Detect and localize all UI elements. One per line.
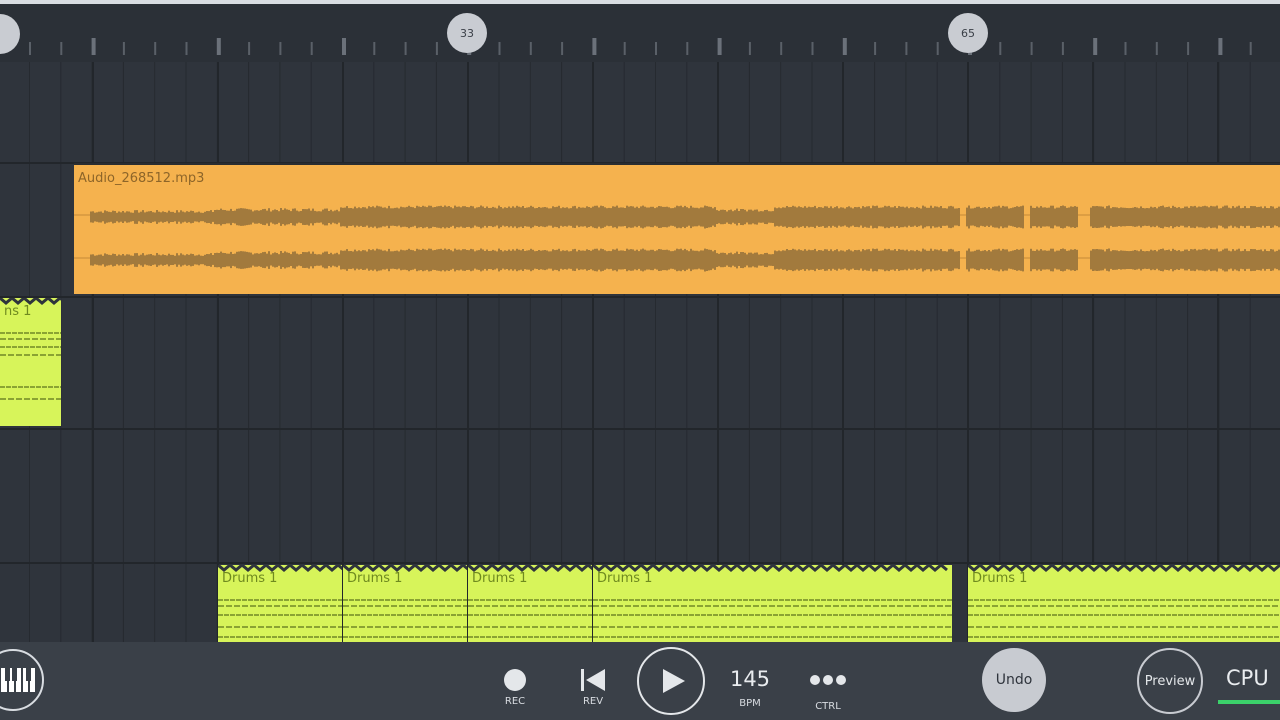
ctrl-label: CTRL bbox=[815, 701, 841, 712]
pattern-clip[interactable]: Drums 1 bbox=[968, 565, 1280, 642]
audio-clip[interactable]: Audio_268512.mp3 bbox=[74, 163, 1280, 294]
bar-marker-label: 65 bbox=[961, 26, 975, 40]
audio-waveform bbox=[74, 205, 1280, 272]
pattern-notes bbox=[343, 565, 467, 638]
rec-button[interactable]: REC bbox=[492, 668, 538, 707]
pattern-notes bbox=[0, 298, 61, 400]
cpu-meter bbox=[1218, 700, 1280, 704]
pattern-clip[interactable]: Drums 1 bbox=[343, 565, 467, 642]
bar-marker-33[interactable]: 33 bbox=[447, 13, 487, 53]
more-icon bbox=[810, 675, 846, 685]
bpm-value: 145 bbox=[729, 667, 771, 691]
cpu-label: CPU bbox=[1226, 666, 1269, 690]
transport-toolbar: REC REV 145 BPM CTRL Undo Preview CPU bbox=[0, 642, 1280, 720]
bpm-control[interactable]: 145 BPM bbox=[722, 667, 778, 709]
bpm-label: BPM bbox=[739, 698, 761, 709]
pattern-notes bbox=[468, 565, 592, 638]
rewind-icon bbox=[581, 669, 605, 691]
playlist-grid[interactable]: Audio_268512.mp3 ns 1 Drums 1 Drums 1 Dr… bbox=[0, 62, 1280, 642]
pattern-notes bbox=[218, 565, 342, 638]
preview-button[interactable]: Preview bbox=[1137, 648, 1203, 714]
pattern-clip[interactable]: Drums 1 bbox=[218, 565, 342, 642]
play-button[interactable] bbox=[637, 647, 705, 715]
bar-marker-label: 33 bbox=[460, 26, 474, 40]
piano-button[interactable] bbox=[0, 649, 44, 711]
play-icon bbox=[662, 669, 685, 693]
pattern-notes bbox=[968, 565, 1280, 638]
bar-marker-65[interactable]: 65 bbox=[948, 13, 988, 53]
ctrl-button[interactable]: CTRL bbox=[804, 673, 852, 712]
pattern-notes bbox=[593, 565, 952, 638]
playlist-app: 33 65 Audio_268512.mp3 ns 1 Drums 1 Drum… bbox=[0, 0, 1280, 720]
undo-label: Undo bbox=[995, 672, 1033, 688]
pattern-clip[interactable]: Drums 1 bbox=[468, 565, 592, 642]
undo-button[interactable]: Undo bbox=[982, 648, 1046, 712]
pattern-clip[interactable]: Drums 1 bbox=[593, 565, 952, 642]
record-icon bbox=[504, 669, 526, 691]
piano-icon bbox=[1, 668, 35, 692]
pattern-clip[interactable]: ns 1 bbox=[0, 298, 61, 426]
preview-label: Preview bbox=[1144, 673, 1196, 689]
rev-button[interactable]: REV bbox=[570, 668, 616, 707]
timeline-ruler[interactable]: 33 65 bbox=[0, 4, 1280, 62]
rec-label: REC bbox=[504, 696, 526, 707]
rev-label: REV bbox=[582, 696, 604, 707]
